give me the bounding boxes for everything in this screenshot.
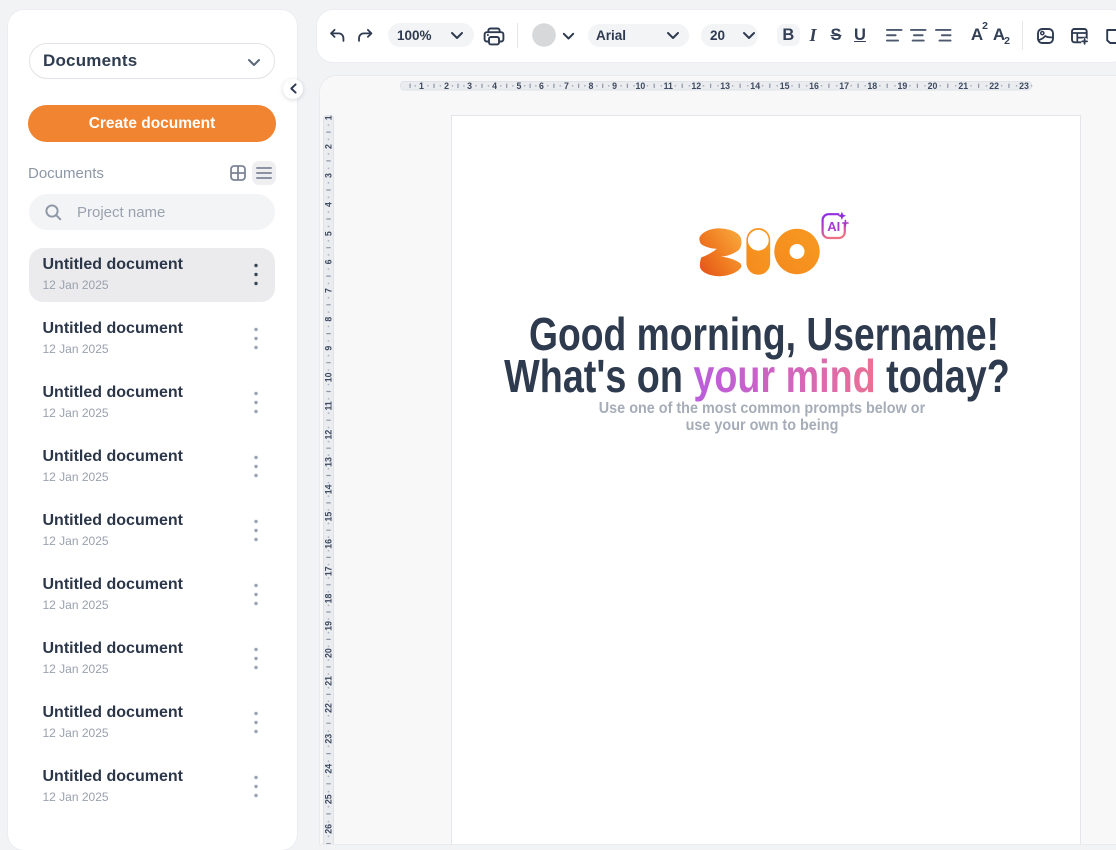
svg-text:5: 5	[324, 231, 334, 236]
svg-text:20: 20	[928, 81, 938, 91]
svg-text:10: 10	[324, 372, 334, 382]
svg-text:4: 4	[492, 81, 497, 91]
svg-text:15: 15	[780, 81, 790, 91]
svg-text:18: 18	[324, 594, 334, 604]
svg-text:8: 8	[588, 81, 593, 91]
svg-text:2: 2	[444, 81, 449, 91]
svg-text:24: 24	[324, 764, 334, 774]
svg-text:2: 2	[324, 144, 334, 149]
svg-text:17: 17	[839, 81, 849, 91]
svg-text:20: 20	[324, 648, 334, 658]
svg-text:1: 1	[419, 81, 424, 91]
svg-text:15: 15	[324, 512, 334, 522]
svg-text:13: 13	[720, 81, 730, 91]
svg-text:9: 9	[612, 81, 617, 91]
svg-text:22: 22	[989, 81, 999, 91]
svg-text:16: 16	[809, 81, 819, 91]
svg-text:3: 3	[467, 81, 472, 91]
svg-text:3: 3	[324, 173, 334, 178]
svg-text:6: 6	[324, 259, 334, 264]
svg-text:21: 21	[958, 81, 968, 91]
svg-text:9: 9	[324, 346, 334, 351]
svg-text:18: 18	[867, 81, 877, 91]
svg-text:11: 11	[324, 401, 334, 410]
svg-text:19: 19	[898, 81, 908, 91]
svg-text:4: 4	[324, 202, 334, 207]
svg-text:12: 12	[324, 430, 334, 440]
svg-text:14: 14	[750, 81, 760, 91]
svg-text:17: 17	[324, 566, 334, 576]
svg-text:26: 26	[324, 824, 334, 834]
svg-text:16: 16	[324, 539, 334, 549]
svg-text:23: 23	[1019, 81, 1029, 91]
svg-text:21: 21	[324, 676, 334, 686]
svg-text:11: 11	[664, 81, 673, 91]
svg-text:5: 5	[517, 81, 522, 91]
svg-text:1: 1	[324, 115, 334, 120]
svg-text:23: 23	[324, 734, 334, 744]
svg-text:14: 14	[324, 484, 334, 494]
svg-text:AI: AI	[827, 219, 840, 234]
svg-text:25: 25	[324, 794, 334, 804]
svg-text:13: 13	[324, 457, 334, 467]
svg-text:8: 8	[324, 317, 334, 322]
svg-text:6: 6	[539, 81, 544, 91]
svg-text:19: 19	[324, 621, 334, 631]
svg-text:7: 7	[564, 81, 569, 91]
svg-text:12: 12	[691, 81, 701, 91]
svg-text:22: 22	[324, 703, 334, 713]
svg-text:10: 10	[636, 81, 646, 91]
svg-text:7: 7	[324, 288, 334, 293]
